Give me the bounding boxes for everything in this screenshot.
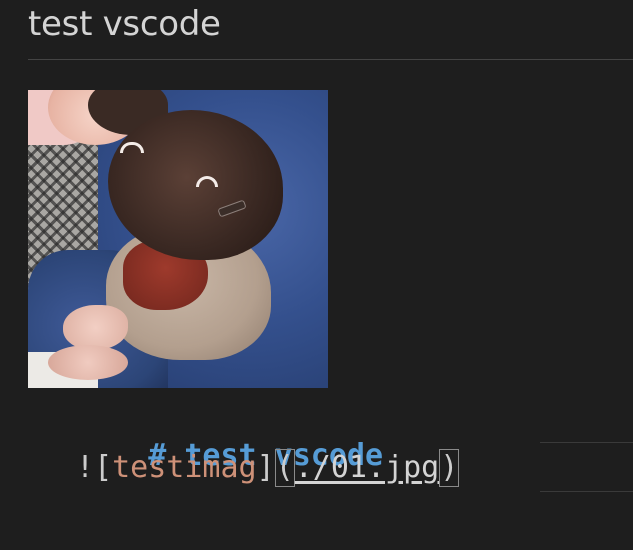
source-line-image[interactable]: ![testimag](./01.jpg) [76, 448, 460, 488]
source-image-open-paren: ( [274, 449, 295, 487]
markdown-preview: test vscode [0, 0, 633, 390]
source-image-bang: ! [76, 450, 95, 485]
current-line-highlight [540, 442, 633, 492]
preview-heading-divider [28, 59, 633, 60]
image-hand [63, 305, 128, 350]
markdown-editor[interactable]: # test vscode ![testimag](./01.jpg) [0, 392, 633, 550]
image-hand [48, 345, 128, 380]
source-image-alt-text: testimag [112, 450, 257, 485]
source-image-close-paren: ) [439, 449, 460, 487]
source-image-url[interactable]: ./01.jpg [295, 450, 440, 485]
source-image-open-bracket: [ [94, 450, 113, 485]
preview-heading: test vscode [28, 4, 221, 44]
preview-image [28, 90, 328, 388]
source-image-close-bracket: ] [256, 450, 275, 485]
